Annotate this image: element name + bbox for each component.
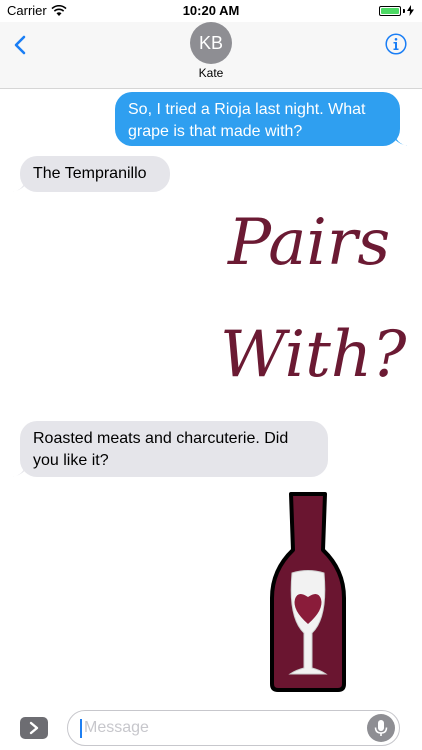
info-icon: [385, 33, 407, 55]
message-bubble-received[interactable]: The Tempranillo: [20, 156, 170, 192]
battery-indicator: [379, 5, 414, 16]
back-button[interactable]: [10, 34, 32, 56]
bubble-tail: [12, 463, 26, 477]
wine-bottle-heart-icon[interactable]: [268, 488, 348, 693]
message-composer: Message: [0, 704, 422, 750]
status-bar: Carrier 10:20 AM: [0, 0, 422, 22]
contact-avatar[interactable]: KB: [190, 22, 232, 64]
message-text: The Tempranillo: [33, 165, 147, 182]
message-text: Roasted meats and charcuterie. Did you l…: [33, 430, 289, 469]
battery-icon: [379, 5, 401, 16]
message-placeholder: Message: [84, 719, 149, 736]
messages-screen: Carrier 10:20 AM KB Kate So, I tried a R…: [0, 0, 422, 750]
bubble-tail: [12, 178, 26, 192]
message-text: So, I tried a Rioja last night. What gra…: [128, 101, 366, 140]
expand-apps-button[interactable]: [20, 717, 48, 739]
sticker-with[interactable]: With?: [220, 318, 406, 392]
contact-name[interactable]: Kate: [0, 66, 422, 80]
charging-bolt-icon: [407, 5, 414, 16]
text-caret: [80, 719, 82, 738]
info-button[interactable]: [385, 33, 407, 55]
message-input[interactable]: Message: [67, 710, 400, 746]
conversation-header: KB Kate: [0, 22, 422, 89]
chevron-right-icon: [29, 721, 39, 735]
chevron-left-icon: [14, 35, 26, 55]
microphone-button[interactable]: [367, 714, 395, 742]
message-bubble-sent[interactable]: So, I tried a Rioja last night. What gra…: [115, 92, 400, 146]
bubble-tail: [394, 132, 408, 146]
message-bubble-received[interactable]: Roasted meats and charcuterie. Did you l…: [20, 421, 328, 477]
sticker-pairs[interactable]: Pairs: [228, 206, 390, 280]
status-time: 10:20 AM: [182, 3, 240, 18]
avatar-initials: KB: [198, 32, 223, 53]
microphone-icon: [374, 720, 388, 736]
